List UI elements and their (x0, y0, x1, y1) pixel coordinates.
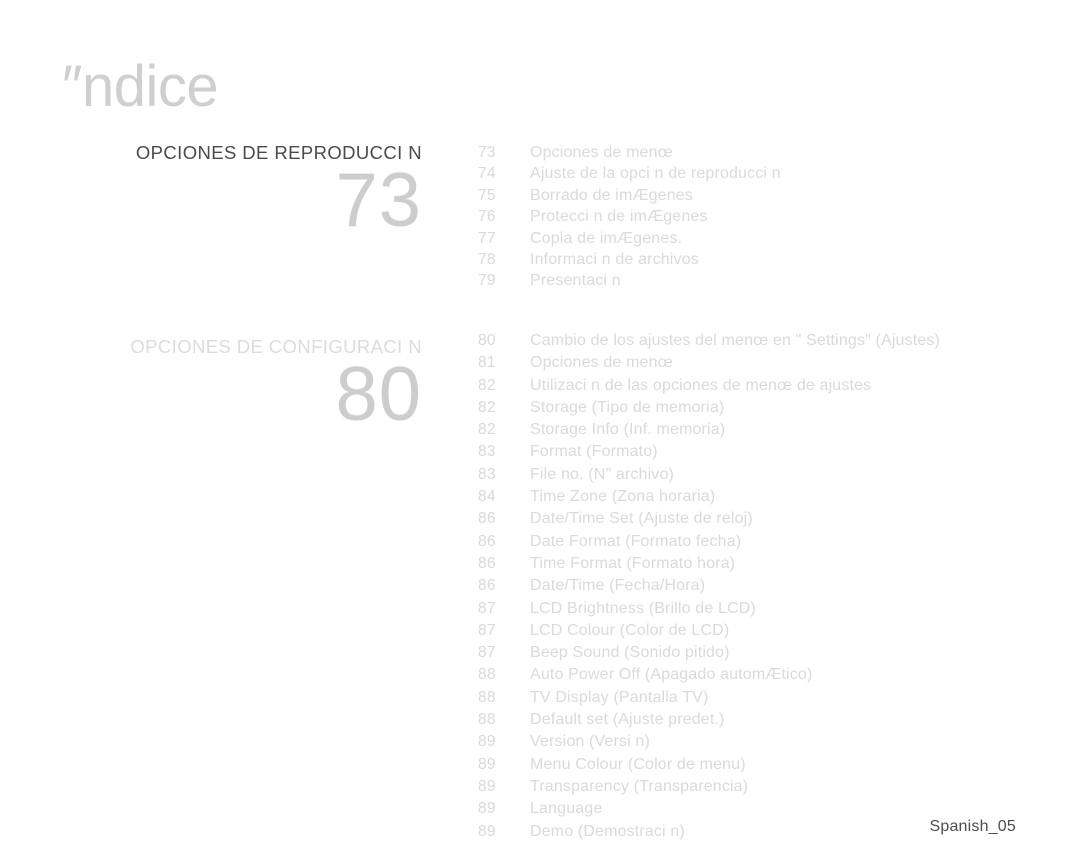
toc-entry[interactable]: 80 Cambio de los ajustes del menœ en " S… (478, 332, 1060, 354)
toc-entry[interactable]: 86 Date/Time (Fecha/Hora) (478, 577, 1060, 599)
toc-entry-label: Ajuste de la opci n de reproducci n (530, 165, 781, 183)
toc-entry-label: Utilizaci n de las opciones de menœ de a… (530, 376, 872, 394)
toc-entry-label: Time Zone (Zona horaria) (530, 488, 716, 506)
toc-entry-label: Menu Colour (Color de menu) (530, 755, 746, 773)
toc-entry-page: 89 (478, 755, 496, 773)
toc-entry-page: 87 (478, 599, 496, 617)
toc-entry-page: 86 (478, 532, 496, 550)
toc-entry-page: 73 (478, 144, 496, 161)
toc-entry[interactable]: 86 Time Format (Formato hora) (478, 555, 1060, 577)
toc-entry[interactable]: 86 Date Format (Formato fecha) (478, 533, 1060, 555)
page-title: ″ndice (62, 54, 219, 119)
toc-entry-label: Default set (Ajuste predet.) (530, 711, 725, 729)
toc-entry-label: LCD Brightness (Brillo de LCD) (530, 599, 756, 617)
toc-entry[interactable]: 83 File no. (N" archivo) (478, 466, 1060, 488)
toc-entry-label: Informaci n de archivos (530, 250, 699, 268)
toc-entry-label: Date Format (Formato fecha) (530, 532, 742, 550)
toc-entry-page: 89 (478, 800, 496, 818)
toc-entry-label: Transparency (Transparencia) (530, 777, 749, 795)
toc-entry-label: File no. (N" archivo) (530, 465, 674, 483)
toc-entry-page: 89 (478, 777, 496, 795)
toc-entry[interactable]: 81 Opciones de menœ (478, 354, 1060, 376)
toc-entry[interactable]: 84 Time Zone (Zona horaria) (478, 488, 1060, 510)
toc-entry-page: 74 (478, 165, 496, 183)
toc-entry[interactable]: 79 Presentaci n (478, 272, 1060, 293)
section-header-playback-options: OPCIONES DE REPRODUCCI N 73 (0, 142, 422, 244)
toc-entry[interactable]: 83 Format (Formato) (478, 443, 1060, 465)
toc-entry[interactable]: 87 LCD Colour (Color de LCD) (478, 622, 1060, 644)
toc-entry[interactable]: 82 Storage Info (Inf. memoria) (478, 421, 1060, 443)
toc-entry-label: Opciones de menœ (530, 354, 673, 372)
toc-entry[interactable]: 87 LCD Brightness (Brillo de LCD) (478, 600, 1060, 622)
toc-entry[interactable]: 73 Opciones de menœ (478, 144, 1060, 165)
toc-entry-label: Protecci n de imÆgenes (530, 208, 708, 226)
toc-entry[interactable]: 89 Transparency (Transparencia) (478, 778, 1060, 800)
toc-entry[interactable]: 78 Informaci n de archivos (478, 251, 1060, 272)
footer-page-label: Spanish_05 (929, 818, 1016, 835)
toc-entry-label: Language (530, 800, 603, 818)
toc-entry[interactable]: 89 Menu Colour (Color de menu) (478, 756, 1060, 778)
toc-entry-label: Version (Versi n) (530, 733, 650, 751)
toc-entry-label: Date/Time Set (Ajuste de reloj) (530, 510, 753, 528)
toc-entry-page: 89 (478, 822, 496, 840)
toc-entry-label: Beep Sound (Sonido pitido) (530, 644, 730, 662)
toc-entry-label: Borrado de imÆgenes (530, 186, 693, 204)
toc-entry-page: 81 (478, 354, 496, 372)
toc-entry[interactable]: 89 Version (Versi n) (478, 733, 1060, 755)
toc-entry[interactable]: 75 Borrado de imÆgenes (478, 187, 1060, 208)
toc-list-settings-options: 80 Cambio de los ajustes del menœ en " S… (478, 332, 1060, 845)
toc-entry-page: 87 (478, 621, 496, 639)
toc-entry-page: 88 (478, 688, 496, 706)
toc-list-playback-options: 73 Opciones de menœ 74 Ajuste de la opci… (478, 144, 1060, 294)
toc-entry-page: 82 (478, 398, 496, 416)
toc-entry[interactable]: 76 Protecci n de imÆgenes (478, 208, 1060, 229)
toc-entry-page: 82 (478, 421, 496, 439)
toc-entry-page: 87 (478, 644, 496, 662)
toc-entry-label: TV Display (Pantalla TV) (530, 688, 709, 706)
toc-entry[interactable]: 74 Ajuste de la opci n de reproducci n (478, 165, 1060, 186)
section-header-settings-options: OPCIONES DE CONFIGURACI N 80 (0, 336, 422, 438)
toc-entry-label: Auto Power Off (Apagado automÆtico) (530, 666, 813, 684)
section-page-number-playback-options: 73 (335, 158, 422, 244)
toc-entry[interactable]: 82 Storage (Tipo de memoria) (478, 399, 1060, 421)
toc-entry-label: Storage (Tipo de memoria) (530, 398, 725, 416)
toc-entry-label: Presentaci n (530, 272, 621, 290)
toc-entry-page: 80 (478, 332, 496, 349)
toc-entry-page: 86 (478, 510, 496, 528)
toc-entry-label: Time Format (Formato hora) (530, 554, 736, 572)
toc-entry-label: LCD Colour (Color de LCD) (530, 621, 730, 639)
toc-entry[interactable]: 77 Copia de imÆgenes. (478, 230, 1060, 251)
toc-entry-label: Date/Time (Fecha/Hora) (530, 577, 706, 595)
toc-entry-label: Demo (Demostraci n) (530, 822, 685, 840)
toc-entry-label: Format (Formato) (530, 443, 658, 461)
section-page-number-settings-options: 80 (335, 352, 422, 438)
toc-entry-page: 77 (478, 229, 496, 247)
toc-entry-page: 76 (478, 208, 496, 226)
toc-entry-page: 83 (478, 443, 496, 461)
toc-entry-page: 75 (478, 186, 496, 204)
toc-entry[interactable]: 88 Default set (Ajuste predet.) (478, 711, 1060, 733)
toc-entry-page: 79 (478, 272, 496, 290)
toc-entry-page: 84 (478, 488, 496, 506)
toc-entry-page: 88 (478, 711, 496, 729)
toc-entry-label: Opciones de menœ (530, 144, 673, 161)
toc-entry-page: 86 (478, 577, 496, 595)
toc-entry[interactable]: 88 TV Display (Pantalla TV) (478, 689, 1060, 711)
toc-entry-page: 89 (478, 733, 496, 751)
toc-entry[interactable]: 88 Auto Power Off (Apagado automÆtico) (478, 666, 1060, 688)
toc-entry-page: 86 (478, 554, 496, 572)
toc-entry-label: Cambio de los ajustes del menœ en " Sett… (530, 332, 941, 349)
toc-entry-page: 82 (478, 376, 496, 394)
toc-entry-page: 88 (478, 666, 496, 684)
toc-entry-page: 78 (478, 250, 496, 268)
toc-entry-label: Storage Info (Inf. memoria) (530, 421, 726, 439)
toc-entry[interactable]: 86 Date/Time Set (Ajuste de reloj) (478, 510, 1060, 532)
toc-entry-label: Copia de imÆgenes. (530, 229, 683, 247)
toc-entry[interactable]: 82 Utilizaci n de las opciones de menœ d… (478, 377, 1060, 399)
toc-entry[interactable]: 87 Beep Sound (Sonido pitido) (478, 644, 1060, 666)
toc-entry-page: 83 (478, 465, 496, 483)
